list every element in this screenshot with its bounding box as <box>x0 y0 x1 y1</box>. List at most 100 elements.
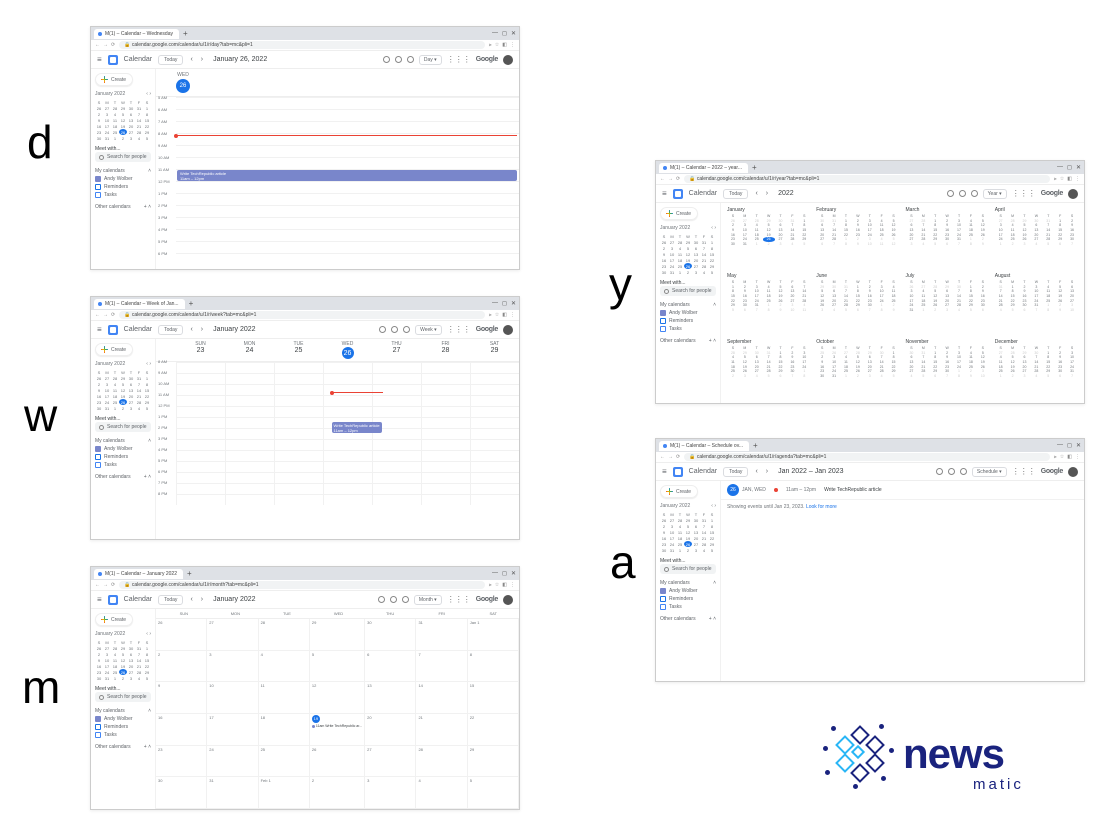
calendar-item-reminders[interactable]: Reminders <box>95 184 151 190</box>
today-button[interactable]: Today <box>158 55 183 65</box>
month-cell[interactable]: 7 <box>416 651 467 683</box>
month-cell[interactable]: 9 <box>156 682 207 714</box>
other-calendars-header[interactable]: Other calendars+ ˄ <box>95 204 151 210</box>
month-cell[interactable]: 6 <box>365 651 416 683</box>
search-people-input[interactable]: Search for people <box>95 422 151 432</box>
search-icon[interactable] <box>379 326 386 333</box>
month-cell[interactable]: 28 <box>416 746 467 778</box>
mini-calendar[interactable]: January 2022‹ › SMTWTFS26272829303112345… <box>95 89 151 141</box>
search-people-input[interactable]: Search for people <box>660 564 716 574</box>
month-cell[interactable]: 26 <box>156 619 207 651</box>
view-selector[interactable]: Month ▾ <box>414 595 442 605</box>
month-cell[interactable]: Jan 1 <box>468 619 519 651</box>
prev-button[interactable]: ‹ <box>189 56 193 63</box>
create-button[interactable]: Create <box>95 343 133 356</box>
mini-calendar[interactable]: January 2022‹ ›SMTWTFS262728293031123456… <box>95 359 151 411</box>
year-month[interactable]: JuneSMTWTFS29303112345678910111213141516… <box>816 273 899 333</box>
month-cell[interactable]: 28 <box>259 619 310 651</box>
month-cell[interactable]: 4 <box>259 651 310 683</box>
my-calendars-header[interactable]: My calendars˄ <box>95 168 151 174</box>
month-cell[interactable]: 2 <box>310 777 365 809</box>
week-col[interactable]: FRI28 <box>421 339 470 361</box>
avatar[interactable] <box>503 55 513 65</box>
gear-icon[interactable] <box>407 56 414 63</box>
look-for-more-link[interactable]: Look for more <box>806 504 837 510</box>
year-month[interactable]: JulySMTWTFS26272829301234567891011121314… <box>906 273 989 333</box>
week-col[interactable]: THU27 <box>372 339 421 361</box>
new-tab-button[interactable]: + <box>189 299 194 308</box>
month-cell[interactable]: Feb 1 <box>259 777 310 809</box>
search-people-input[interactable]: Search for people <box>95 152 151 162</box>
month-cell[interactable]: 15 <box>468 682 519 714</box>
menu-icon[interactable]: ≡ <box>97 55 102 64</box>
month-cell[interactable]: 30 <box>365 619 416 651</box>
browser-tab[interactable]: M(1) – Calendar – Schedule ov... <box>659 441 749 451</box>
browser-tab[interactable]: M(1) – Calendar – Wednesday <box>94 29 179 39</box>
year-month[interactable]: AprilSMTWTFS2728293031123456789101112131… <box>995 207 1078 267</box>
week-col[interactable]: WED26 <box>323 339 372 361</box>
month-cell[interactable]: 12 <box>310 682 365 714</box>
avatar[interactable] <box>503 325 513 335</box>
help-icon[interactable] <box>391 326 398 333</box>
reload-icon[interactable]: ⟳ <box>111 42 115 48</box>
month-cell[interactable]: 27 <box>365 746 416 778</box>
gear-icon[interactable] <box>403 326 410 333</box>
back-icon[interactable]: ← <box>95 42 100 48</box>
month-cell[interactable]: 31 <box>416 619 467 651</box>
month-cell[interactable]: 23 <box>156 746 207 778</box>
year-month[interactable]: DecemberSMTWTFS2728293012345678910111213… <box>995 339 1078 399</box>
month-cell[interactable]: 29 <box>310 619 365 651</box>
month-cell[interactable]: 30 <box>156 777 207 809</box>
month-cell[interactable]: 4 <box>416 777 467 809</box>
new-tab-button[interactable]: + <box>183 29 188 38</box>
month-cell[interactable]: 14 <box>416 682 467 714</box>
month-cell[interactable]: 25 <box>259 746 310 778</box>
year-month[interactable]: FebruarySMTWTFS3031123456789101112131415… <box>816 207 899 267</box>
month-cell[interactable]: 27 <box>207 619 258 651</box>
url-field[interactable]: 🔒 calendar.google.com/calendar/u/1/r/day… <box>119 41 485 49</box>
month-cell[interactable]: 17 <box>207 714 258 746</box>
browser-tab[interactable]: M(1) – Calendar – January 2022 <box>94 569 183 579</box>
url-field[interactable]: 🔒 calendar.google.com/calendar/u/1/r/wee… <box>119 311 485 319</box>
window-controls[interactable]: —◻✕ <box>492 300 516 307</box>
calendar-item-tasks[interactable]: Tasks <box>95 192 151 198</box>
window-controls[interactable]: —◻✕ <box>492 30 516 37</box>
menu-icon[interactable]: ≡ <box>97 325 102 334</box>
month-cell[interactable]: 26 <box>310 746 365 778</box>
help-icon[interactable] <box>395 56 402 63</box>
year-month[interactable]: JanuarySMTWTFS26272829303112345678910111… <box>727 207 810 267</box>
schedule-row[interactable]: 26 JAN, WED 11am – 12pm Write TechRepubl… <box>721 481 1084 500</box>
month-cell[interactable]: 1911am Write TechRepublic ar... <box>310 714 365 746</box>
month-cell[interactable]: 13 <box>365 682 416 714</box>
search-icon[interactable] <box>383 56 390 63</box>
search-people-input[interactable]: Search for people <box>660 286 716 296</box>
year-month[interactable]: MarchSMTWTFS2728123456789101112131415161… <box>906 207 989 267</box>
year-month[interactable]: SeptemberSMTWTFS282930311234567891011121… <box>727 339 810 399</box>
view-selector[interactable]: Schedule ▾ <box>972 467 1007 477</box>
next-button[interactable]: › <box>200 56 204 63</box>
week-col[interactable]: TUE25 <box>274 339 323 361</box>
today-button[interactable]: Today <box>158 595 183 605</box>
today-button[interactable]: Today <box>158 325 183 335</box>
month-cell[interactable]: 5 <box>468 777 519 809</box>
month-cell[interactable]: 2 <box>156 651 207 683</box>
week-col[interactable]: MON24 <box>225 339 274 361</box>
view-selector[interactable]: Day ▾ <box>419 55 442 65</box>
month-cell[interactable]: 21 <box>416 714 467 746</box>
month-cell[interactable]: 10 <box>207 682 258 714</box>
week-col[interactable]: SUN23 <box>176 339 225 361</box>
month-cell[interactable]: 3 <box>365 777 416 809</box>
apps-icon[interactable]: ⋮⋮⋮ <box>447 55 471 64</box>
year-month[interactable]: NovemberSMTWTFS3031123456789101112131415… <box>906 339 989 399</box>
search-people-input[interactable]: Search for people <box>95 692 151 702</box>
create-button[interactable]: Create <box>95 613 133 626</box>
create-button[interactable]: Create <box>95 73 133 86</box>
year-month[interactable]: OctoberSMTWTFS25262728293012345678910111… <box>816 339 899 399</box>
url-field[interactable]: 🔒 calendar.google.com/calendar/u/1/r/age… <box>684 453 1050 461</box>
create-button[interactable]: Create <box>660 485 698 498</box>
month-cell[interactable]: 18 <box>259 714 310 746</box>
month-cell[interactable]: 3 <box>207 651 258 683</box>
month-cell[interactable]: 20 <box>365 714 416 746</box>
week-col[interactable]: SAT29 <box>470 339 519 361</box>
url-field[interactable]: 🔒 calendar.google.com/calendar/u/1/r/yea… <box>684 175 1050 183</box>
